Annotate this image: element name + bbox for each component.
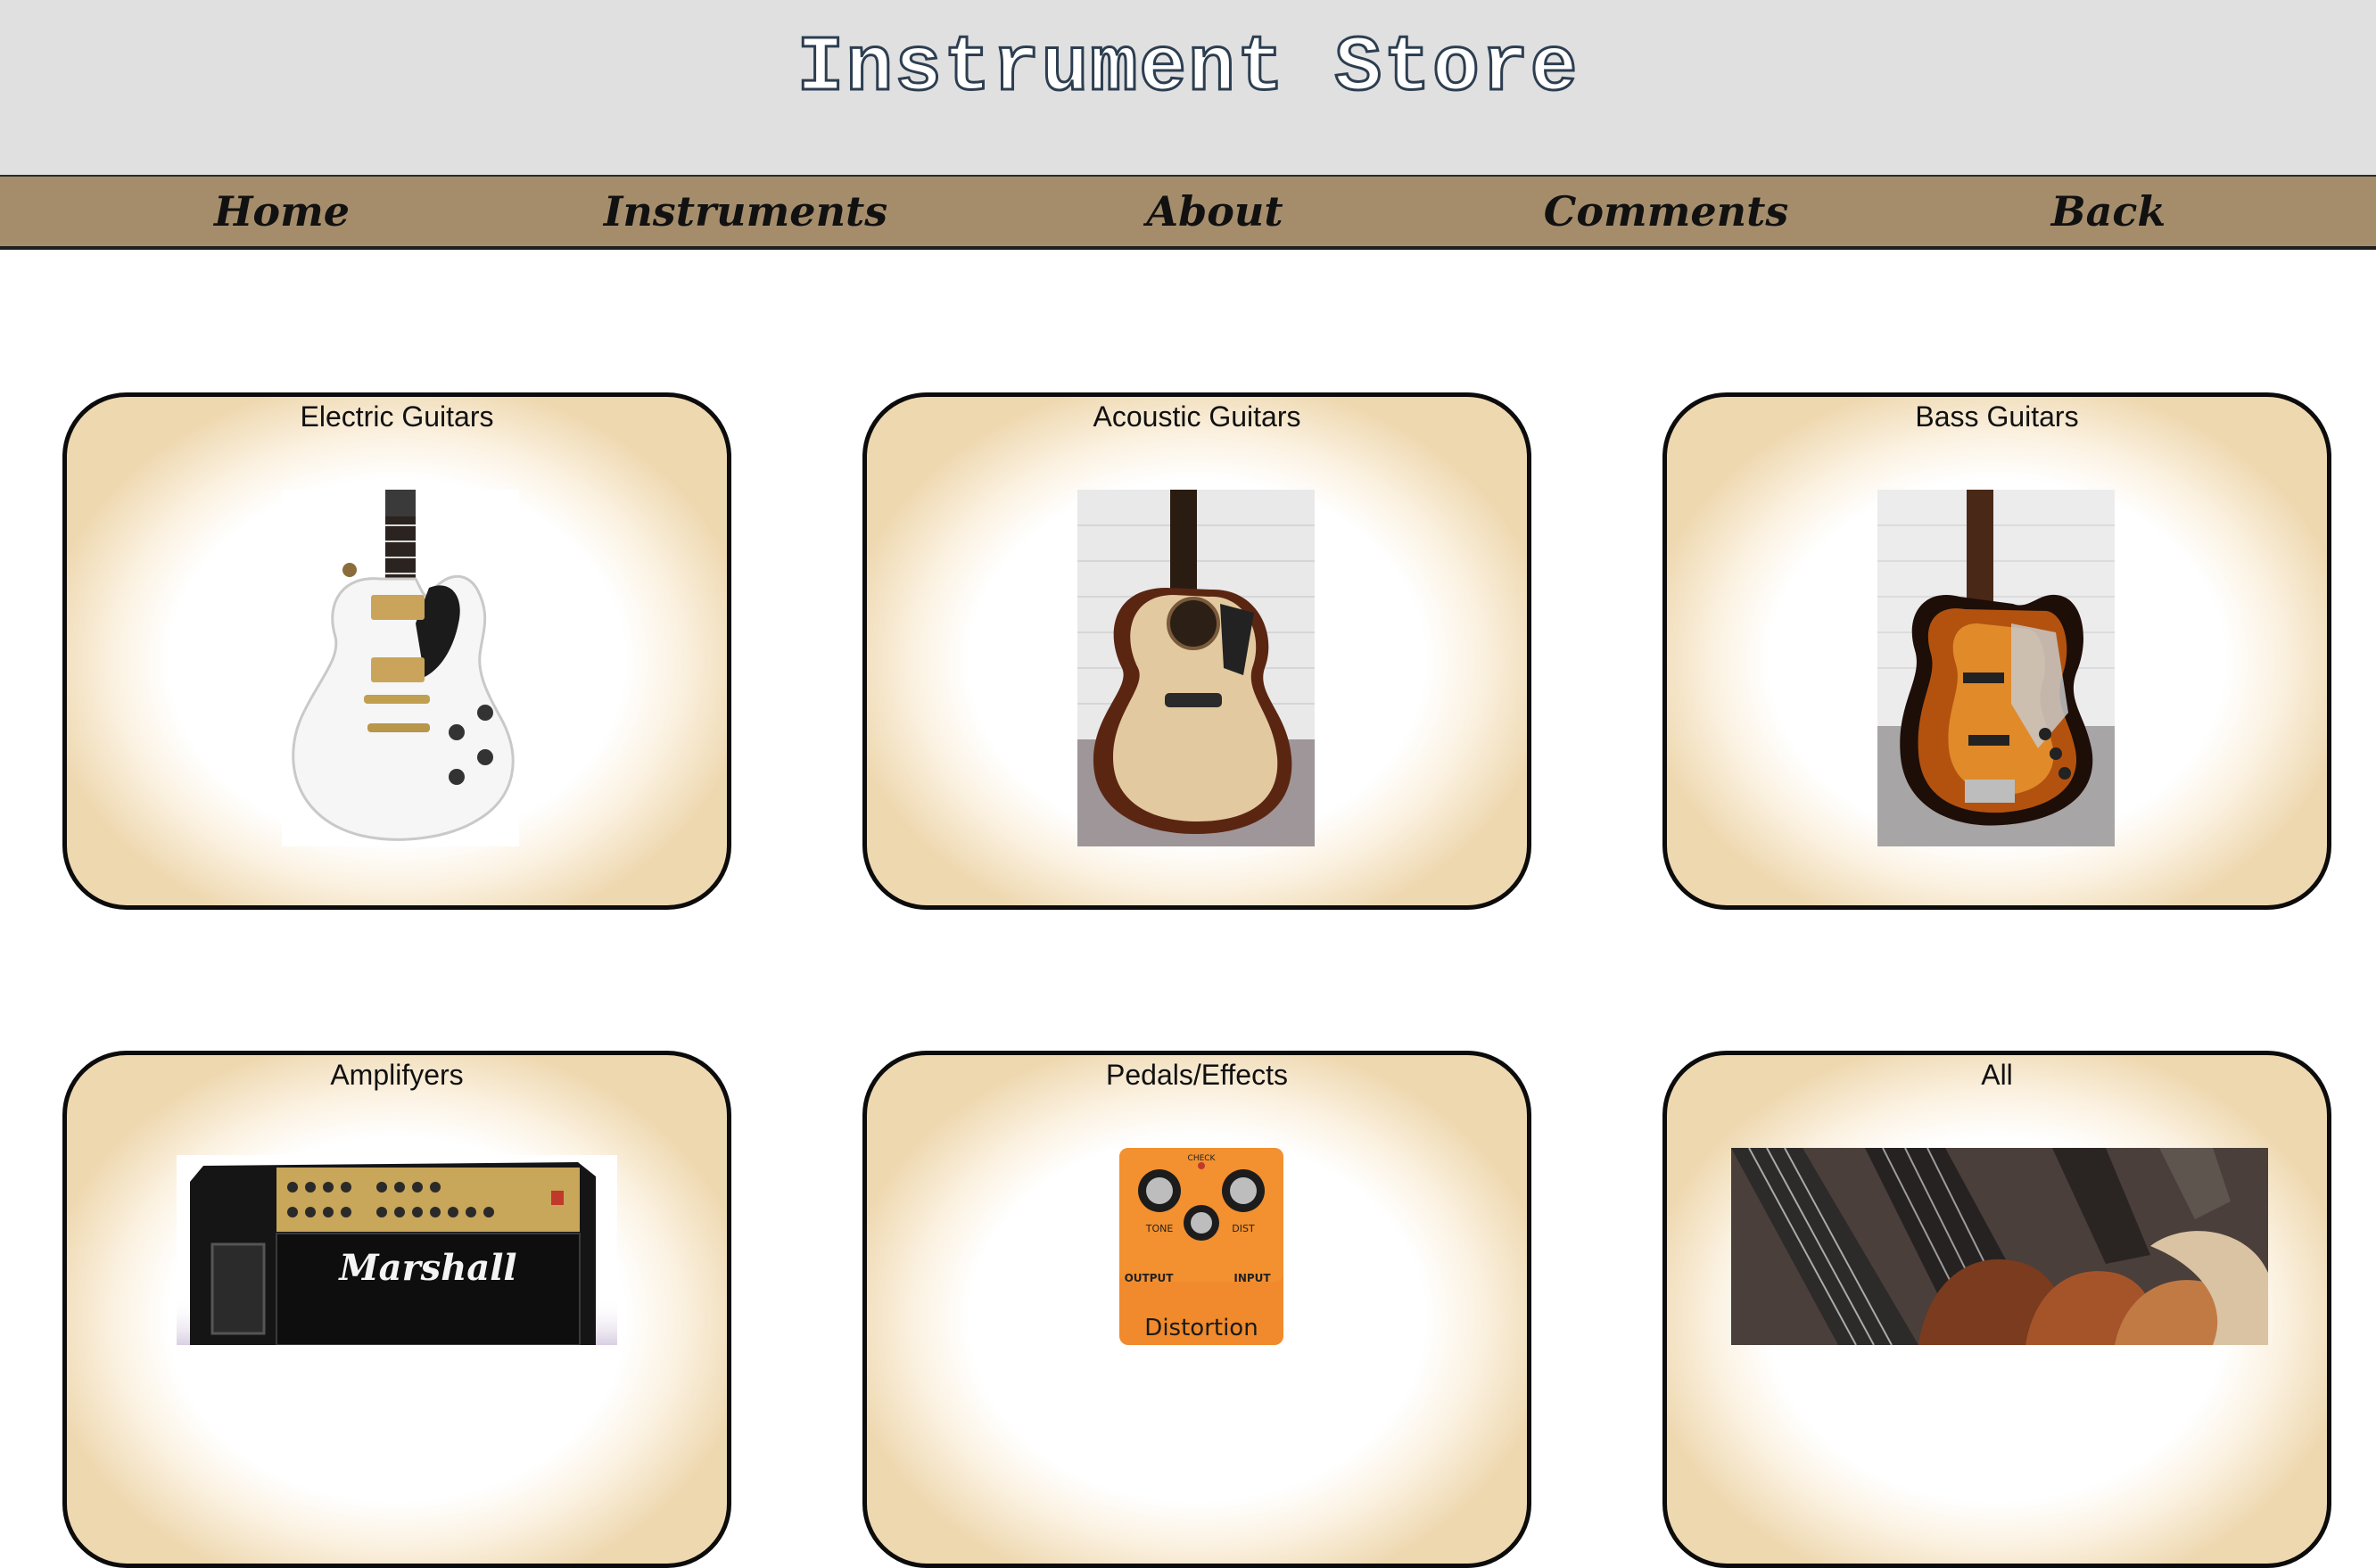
card-title: Amplifyers — [330, 1059, 464, 1091]
pedal-name-label: Distortion — [1144, 1315, 1258, 1341]
main-nav: Home Instruments About Comments Back — [0, 175, 2376, 250]
nav-home-link[interactable]: Home — [214, 177, 350, 246]
pedal-check-label: CHECK — [1188, 1154, 1217, 1163]
pedal-image[interactable]: CHECK TONE DIST OUTPUT INPUT Distortion — [1117, 1148, 1286, 1345]
card-title: All — [1981, 1059, 2013, 1091]
category-card-bass-guitars[interactable]: Bass Guitars — [1662, 392, 2331, 910]
amp-brand-text: Marshall — [337, 1247, 516, 1289]
bass-guitar-image[interactable] — [1877, 490, 2115, 846]
category-card-all[interactable]: All — [1662, 1051, 2331, 1568]
pedal-tone-label: TONE — [1145, 1223, 1174, 1234]
guitars-collage-image[interactable] — [1731, 1148, 2268, 1345]
nav-instruments-link[interactable]: Instruments — [604, 177, 887, 246]
site-title: Instrument Store — [796, 23, 1580, 114]
category-card-acoustic-guitars[interactable]: Acoustic Guitars — [862, 392, 1531, 910]
pedal-input-label: INPUT — [1233, 1272, 1271, 1284]
nav-about-link[interactable]: About — [1146, 177, 1283, 246]
category-card-amplifyers[interactable]: Amplifyers Marshall — [62, 1051, 731, 1568]
electric-guitar-image[interactable] — [282, 490, 519, 846]
card-title: Pedals/Effects — [1106, 1059, 1288, 1091]
pedal-dist-label: DIST — [1232, 1223, 1255, 1234]
amplifier-image[interactable]: Marshall — [177, 1155, 617, 1345]
card-title: Acoustic Guitars — [1093, 400, 1301, 433]
site-header: Instrument Store — [0, 0, 2376, 175]
pedal-output-label: OUTPUT — [1125, 1272, 1175, 1284]
card-title: Electric Guitars — [300, 400, 494, 433]
nav-back-link[interactable]: Back — [2051, 177, 2166, 246]
nav-comments-link[interactable]: Comments — [1544, 177, 1789, 246]
acoustic-guitar-image[interactable] — [1077, 490, 1315, 846]
category-card-electric-guitars[interactable]: Electric Guitars — [62, 392, 731, 910]
category-card-pedals-effects[interactable]: Pedals/Effects CHECK TONE DIST OUTPUT IN… — [862, 1051, 1531, 1568]
card-title: Bass Guitars — [1915, 400, 2079, 433]
